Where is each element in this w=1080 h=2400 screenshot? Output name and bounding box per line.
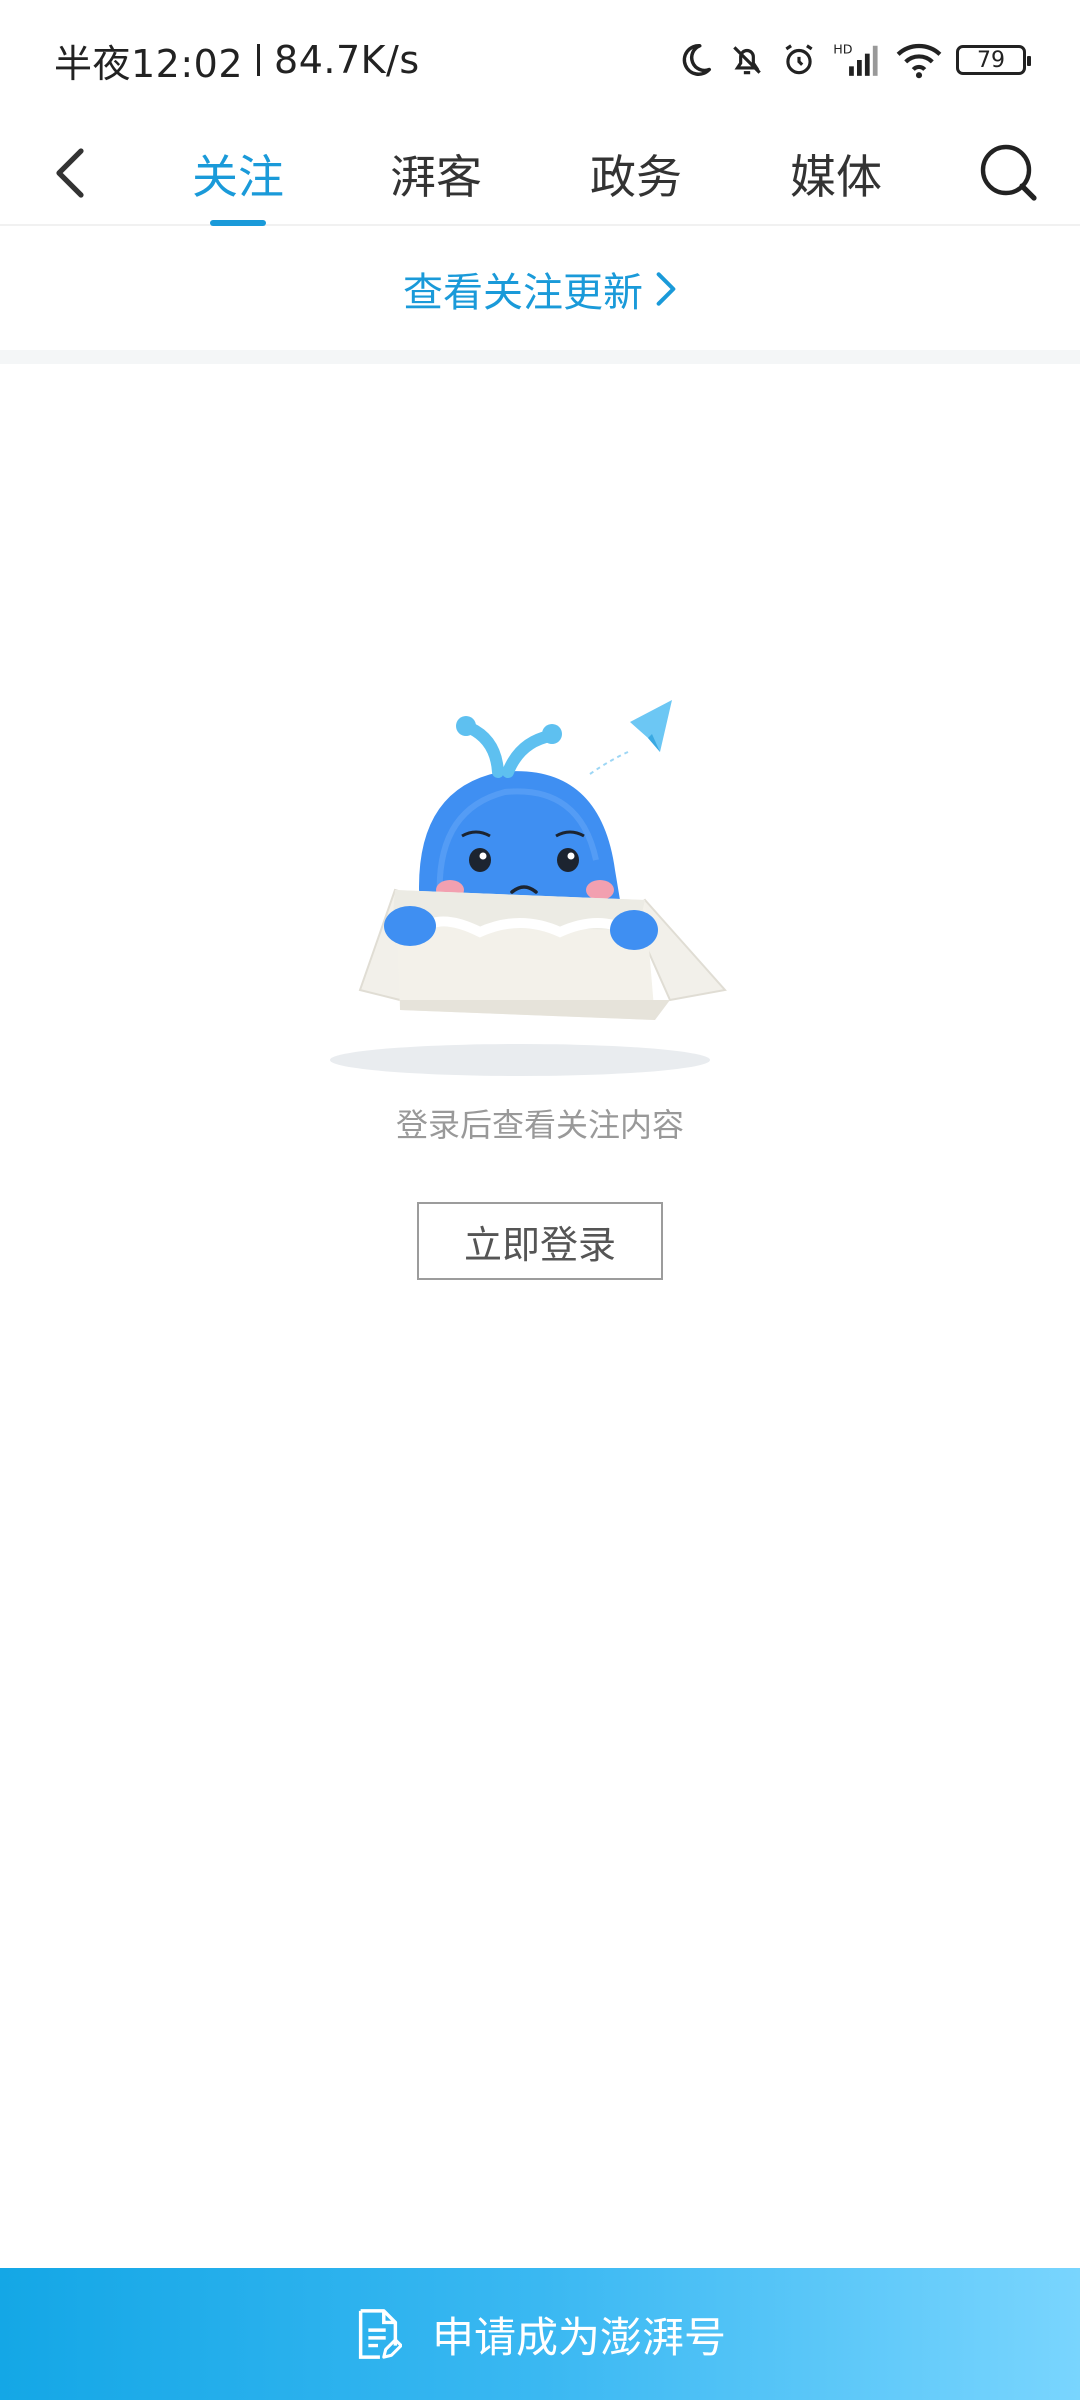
tab-label: 政务 <box>590 150 682 204</box>
moon-icon <box>676 41 714 79</box>
status-time: 半夜12:02 <box>54 41 244 86</box>
tab-government[interactable]: 政务 <box>588 134 684 214</box>
login-button-label: 立即登录 <box>463 1222 616 1267</box>
tab-paike[interactable]: 湃客 <box>388 134 484 214</box>
updates-label: 查看关注更新 <box>403 270 643 316</box>
search-button[interactable] <box>970 134 1046 210</box>
status-icons: HD 79 <box>676 41 1031 79</box>
top-nav: 关注 湃客 政务 媒体 <box>0 120 1080 226</box>
network-speed: 84.7K/s <box>274 38 420 82</box>
page: 半夜12:02 84.7K/s HD 79 关注 湃客 政务 媒体 查看关注更新… <box>0 0 1080 2400</box>
battery-level: 79 <box>977 47 1005 73</box>
tab-label: 湃客 <box>390 150 482 204</box>
sad-whale-illustration <box>300 700 760 1080</box>
tab-label: 媒体 <box>790 150 882 204</box>
signal-icon: HD <box>832 41 882 79</box>
wifi-icon <box>896 41 942 79</box>
bottom-bar-label: 申请成为澎湃号 <box>431 2312 726 2362</box>
status-left: 半夜12:02 84.7K/s <box>54 33 420 88</box>
alarm-icon <box>780 41 818 79</box>
tab-label: 关注 <box>192 150 284 204</box>
section-divider <box>0 350 1080 364</box>
svg-text:HD: HD <box>833 42 852 57</box>
bell-off-icon <box>728 41 766 79</box>
back-button[interactable] <box>36 138 106 208</box>
status-bar: 半夜12:02 84.7K/s HD 79 <box>0 0 1080 120</box>
chevron-right-icon <box>656 272 676 306</box>
search-icon <box>980 144 1037 201</box>
document-edit-icon <box>358 2309 402 2359</box>
chevron-left-icon <box>56 148 84 198</box>
login-now-button[interactable]: 立即登录 <box>417 1202 663 1280</box>
tab-media[interactable]: 媒体 <box>788 134 884 214</box>
tab-follow[interactable]: 关注 <box>190 134 286 226</box>
view-follow-updates-link[interactable]: 查看关注更新 <box>0 228 1080 350</box>
empty-state-message: 登录后查看关注内容 <box>395 1106 684 1144</box>
battery-icon: 79 <box>956 45 1031 75</box>
apply-pengpai-account-bar[interactable]: 申请成为澎湃号 <box>0 2268 1080 2400</box>
active-tab-indicator <box>210 220 266 226</box>
status-separator <box>257 44 261 76</box>
